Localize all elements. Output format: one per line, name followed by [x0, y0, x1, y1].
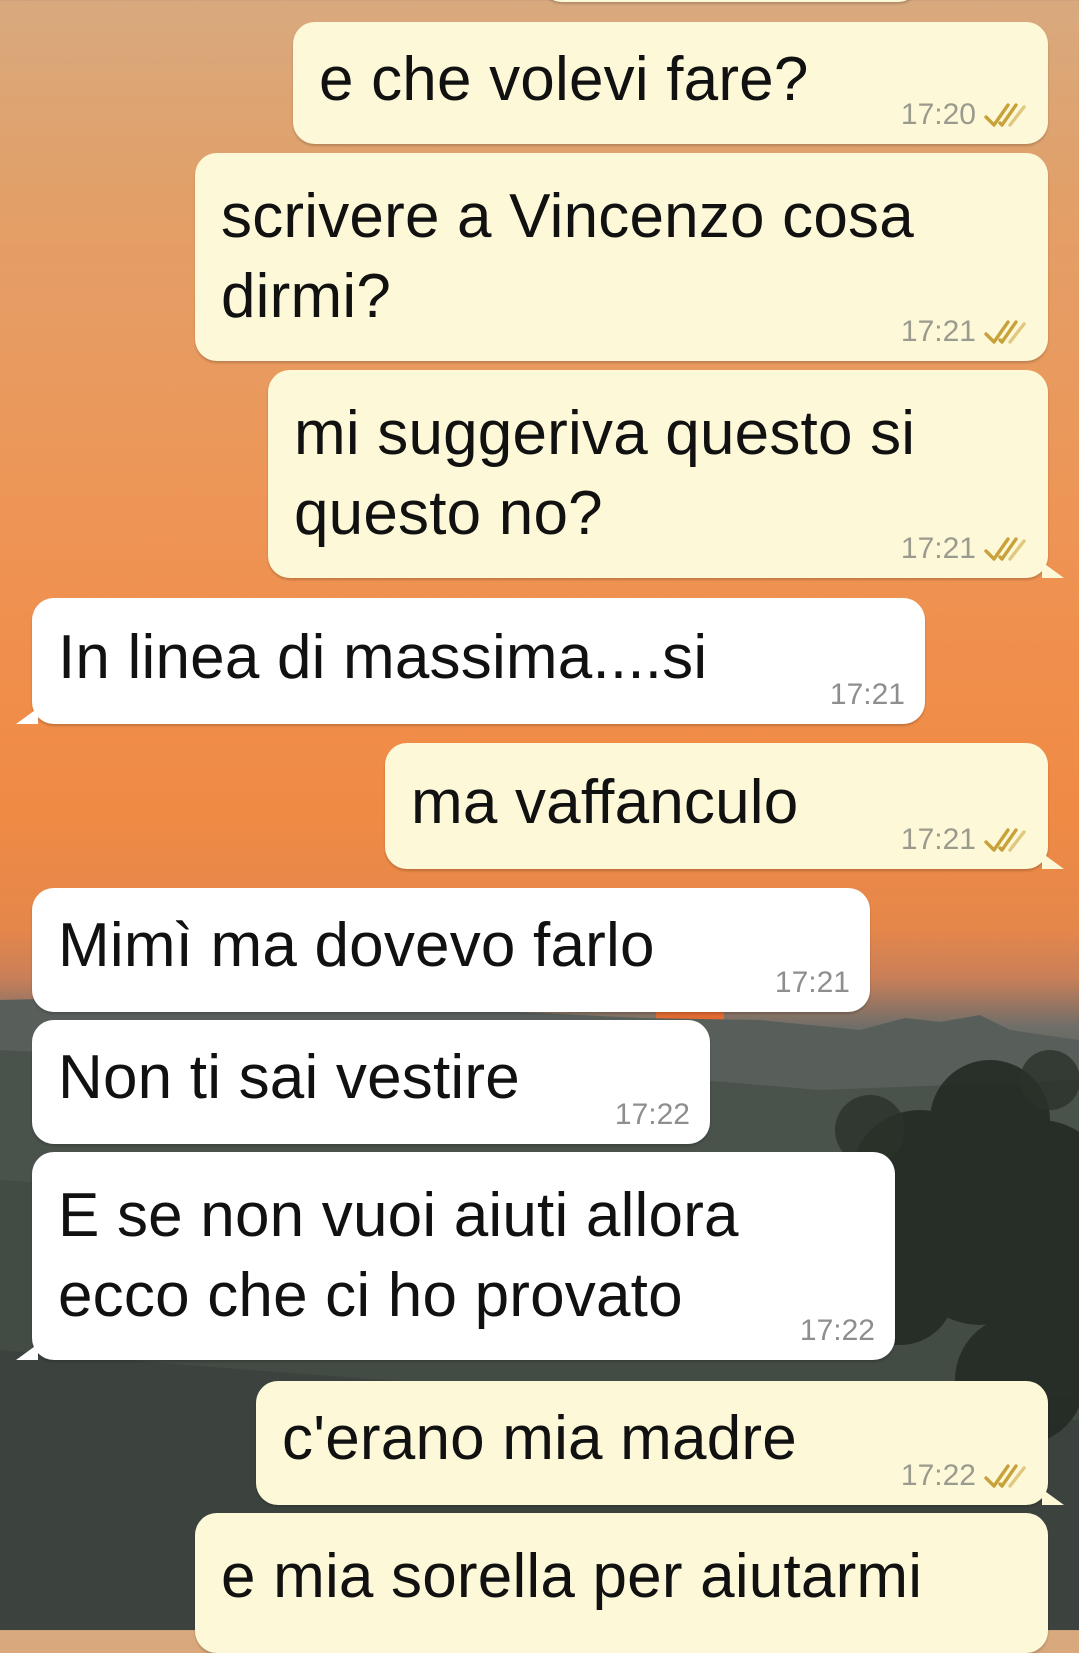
message-time: 17:20 [900, 98, 976, 131]
message-meta: 17:21 [901, 315, 1028, 349]
message-text: E se non vuoi aiuti allora ecco che ci h… [58, 1181, 739, 1330]
message-time: 17:21 [900, 823, 976, 856]
double-check-icon [984, 102, 1028, 128]
message-meta: 17:21 [775, 966, 850, 1000]
message-text: e mia sorella per aiutarmi [221, 1542, 923, 1611]
message-text: scrivere a Vincenzo cosa dirmi? [221, 182, 914, 331]
message-time: 17:22 [614, 1098, 690, 1131]
message-time: 17:22 [799, 1314, 875, 1347]
message-meta: 17:21 [830, 678, 905, 712]
previous-message-bubble[interactable] [540, 0, 920, 2]
message-time: 17:22 [900, 1459, 976, 1492]
message-text: ma vaffanculo [411, 768, 799, 837]
bubble-tail [1042, 853, 1064, 869]
incoming-message-bubble[interactable]: Mimì ma dovevo farlo 17:21 [32, 888, 870, 1012]
message-time: 17:21 [774, 966, 850, 999]
message-time: 17:21 [900, 532, 976, 565]
message-text: In linea di massima....si [58, 623, 708, 692]
double-check-icon [984, 1463, 1028, 1489]
incoming-message-bubble[interactable]: In linea di massima....si 17:21 [16, 598, 925, 724]
outgoing-message-bubble[interactable]: mi suggeriva questo si questo no? 17:21 [268, 370, 1064, 578]
outgoing-message-bubble[interactable]: ma vaffanculo 17:21 [385, 743, 1064, 869]
outgoing-message-bubble[interactable]: e mia sorella per aiutarmi [195, 1513, 1048, 1653]
incoming-message-bubble[interactable]: Non ti sai vestire 17:22 [32, 1020, 710, 1144]
message-meta: 17:22 [615, 1098, 690, 1132]
double-check-icon [984, 827, 1028, 853]
bubble-tail [1042, 562, 1064, 578]
message-meta: 17:22 [800, 1314, 875, 1348]
bubble-tail [16, 1344, 38, 1360]
message-meta: 17:21 [901, 532, 1028, 566]
message-meta: 17:21 [901, 823, 1028, 857]
message-list[interactable]: e che volevi fare? 17:20 scrivere a Vincen… [0, 0, 1079, 1653]
message-text: Mimì ma dovevo farlo [58, 911, 655, 980]
message-meta: 17:20 [901, 98, 1028, 132]
incoming-message-bubble[interactable]: E se non vuoi aiuti allora ecco che ci h… [16, 1152, 895, 1360]
outgoing-message-bubble[interactable]: c'erano mia madre 17:22 [256, 1381, 1064, 1505]
message-text: c'erano mia madre [282, 1404, 797, 1473]
message-meta: 17:22 [901, 1459, 1028, 1493]
message-time: 17:21 [900, 315, 976, 348]
bubble-tail [1042, 1489, 1064, 1505]
message-text: e che volevi fare? [319, 45, 809, 114]
message-text: mi suggeriva questo si questo no? [294, 399, 916, 548]
double-check-icon [984, 319, 1028, 345]
bubble-tail [16, 708, 38, 724]
outgoing-message-bubble[interactable]: scrivere a Vincenzo cosa dirmi? 17:21 [195, 153, 1048, 361]
message-time: 17:21 [829, 678, 905, 711]
outgoing-message-bubble[interactable]: e che volevi fare? 17:20 [293, 22, 1048, 144]
double-check-icon [984, 536, 1028, 562]
message-text: Non ti sai vestire [58, 1043, 520, 1112]
